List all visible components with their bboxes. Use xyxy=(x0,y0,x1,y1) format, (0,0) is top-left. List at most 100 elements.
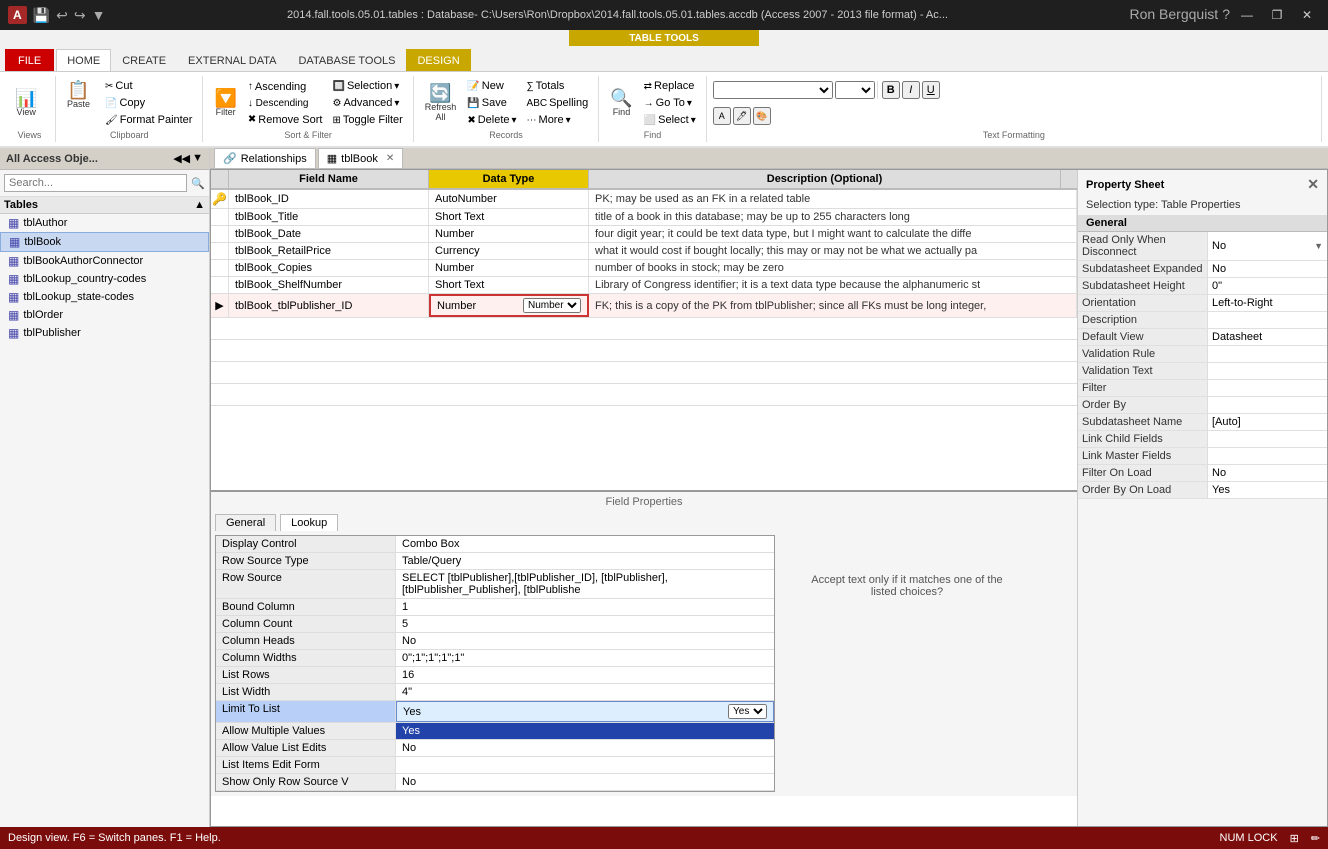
font-family-select[interactable] xyxy=(713,81,833,99)
redo-icon[interactable]: ↪ xyxy=(74,7,86,24)
table-icon: ▦ xyxy=(8,216,19,230)
paste-button[interactable]: 📋 Paste xyxy=(62,78,95,112)
remove-sort-button[interactable]: ✖ Remove Sort xyxy=(244,112,327,128)
italic-button[interactable]: I xyxy=(902,81,920,99)
nav-search-icon[interactable]: ◀◀ xyxy=(173,152,190,165)
tab-relationships[interactable]: 🔗 Relationships xyxy=(214,148,316,168)
tab-lookup[interactable]: Lookup xyxy=(280,514,338,531)
nav-item-tblBookAuthorConnector[interactable]: ▦ tblBookAuthorConnector xyxy=(0,252,209,270)
nav-item-tblBook[interactable]: ▦ tblBook xyxy=(0,232,209,252)
layout-view-icon[interactable]: ⊞ xyxy=(1290,832,1299,845)
ps-dropdown-icon[interactable]: ▼ xyxy=(1314,241,1323,251)
toggle-filter-button[interactable]: ⊞ Toggle Filter xyxy=(328,112,406,128)
tab-external-data[interactable]: EXTERNAL DATA xyxy=(177,49,287,71)
minimize-button[interactable]: — xyxy=(1234,6,1260,24)
tab-tblBook-label: tblBook xyxy=(341,153,378,165)
table-row[interactable]: tblBook_Title Short Text title of a book… xyxy=(211,209,1077,226)
tab-file[interactable]: FILE xyxy=(5,49,54,71)
bold-button[interactable]: B xyxy=(882,81,900,99)
view-button[interactable]: 📊 View xyxy=(10,86,42,120)
table-row[interactable]: tblBook_RetailPrice Currency what it wou… xyxy=(211,243,1077,260)
save-icon[interactable]: 💾 xyxy=(33,7,50,24)
ps-row: Subdatasheet Expanded No xyxy=(1078,261,1327,278)
field-property-hint: Accept text only if it matches one of th… xyxy=(807,574,1007,792)
tab-design[interactable]: DESIGN xyxy=(406,49,470,71)
ps-row: Read Only When Disconnect No ▼ xyxy=(1078,232,1327,261)
descending-button[interactable]: ↓ Descending xyxy=(244,96,327,111)
table-row-selected[interactable]: ▶ tblBook_tblPublisher_ID Number Number … xyxy=(211,294,1077,318)
font-size-select[interactable] xyxy=(835,81,875,99)
restore-button[interactable]: ❐ xyxy=(1264,6,1290,24)
help-icon[interactable]: ? xyxy=(1222,6,1230,24)
goto-button[interactable]: → Go To ▾ xyxy=(640,95,700,111)
num-lock-indicator: NUM LOCK xyxy=(1220,832,1278,844)
ribbon-tab-strip: FILE HOME CREATE EXTERNAL DATA DATABASE … xyxy=(0,46,1328,72)
font-color-button[interactable]: A xyxy=(713,107,731,125)
nav-item-tblLookup-state[interactable]: ▦ tblLookup_state-codes xyxy=(0,288,209,306)
save-record-button[interactable]: 💾 Save xyxy=(463,95,520,111)
find-button[interactable]: 🔍 Find xyxy=(605,86,637,120)
nav-item-tblAuthor[interactable]: ▦ tblAuthor xyxy=(0,214,209,232)
property-sheet-close-button[interactable]: ✕ xyxy=(1307,176,1319,193)
ribbon-group-records: 🔄 RefreshAll 📝 New 💾 Save ✖ Delete ▾ ∑ T… xyxy=(416,76,599,142)
design-view-icon[interactable]: ✏ xyxy=(1311,832,1320,845)
nav-item-label: tblBookAuthorConnector xyxy=(23,255,143,267)
more-button[interactable]: ⋯ More ▾ xyxy=(523,112,593,128)
tab-home[interactable]: HOME xyxy=(56,49,111,71)
cut-button[interactable]: ✂ Cut xyxy=(101,78,196,94)
tab-create[interactable]: CREATE xyxy=(111,49,177,71)
table-grid-body[interactable]: 🔑 tblBook_ID AutoNumber PK; may be used … xyxy=(211,190,1077,490)
advanced-button[interactable]: ⚙ Advanced ▾ xyxy=(328,95,406,111)
replace-button[interactable]: ⇄ Replace xyxy=(640,78,700,94)
customize-icon[interactable]: ▼ xyxy=(92,7,106,23)
prop-row: List Width 4" xyxy=(216,684,774,701)
relationships-icon: 🔗 xyxy=(223,152,237,165)
table-row[interactable]: 🔑 tblBook_ID AutoNumber PK; may be used … xyxy=(211,190,1077,209)
row-selector-icon: ▶ xyxy=(215,299,223,312)
nav-section-collapse-icon[interactable]: ▲ xyxy=(194,199,205,211)
table-icon: ▦ xyxy=(9,235,20,249)
table-row[interactable]: tblBook_Date Number four digit year; it … xyxy=(211,226,1077,243)
tab-database-tools[interactable]: DATABASE TOOLS xyxy=(287,49,406,71)
ascending-button[interactable]: ↑ Ascending xyxy=(244,79,327,95)
datatype-dropdown[interactable]: Number xyxy=(523,298,581,313)
nav-search-input[interactable] xyxy=(4,174,187,192)
table-icon: ▦ xyxy=(8,326,19,340)
format-painter-button[interactable]: 🖌 Format Painter xyxy=(101,112,196,128)
tab-close-icon[interactable]: ✕ xyxy=(386,153,394,164)
delete-record-button[interactable]: ✖ Delete ▾ xyxy=(463,112,520,128)
select-button[interactable]: ⬜ Select ▾ xyxy=(640,112,700,128)
nav-item-tblPublisher[interactable]: ▦ tblPublisher xyxy=(0,324,209,342)
close-button[interactable]: ✕ xyxy=(1294,6,1320,24)
highlight-button[interactable]: 🖊 xyxy=(733,107,751,125)
table-row[interactable]: tblBook_ShelfNumber Short Text Library o… xyxy=(211,277,1077,294)
bg-color-button[interactable]: 🎨 xyxy=(753,107,771,125)
prop-row: Bound Column 1 xyxy=(216,599,774,616)
totals-button[interactable]: ∑ Totals xyxy=(523,78,593,94)
ps-row: Validation Text xyxy=(1078,363,1327,380)
table-header-row: Field Name Data Type Description (Option… xyxy=(211,170,1077,190)
property-sheet-tab[interactable]: General xyxy=(1078,215,1327,232)
spelling-button[interactable]: ABC Spelling xyxy=(523,95,593,111)
table-row-empty xyxy=(211,362,1077,384)
table-row[interactable]: tblBook_Copies Number number of books in… xyxy=(211,260,1077,277)
copy-button[interactable]: 📄 Copy xyxy=(101,95,196,111)
selection-button[interactable]: 🔲 Selection ▾ xyxy=(328,78,406,94)
document-tab-strip: 🔗 Relationships ▦ tblBook ✕ xyxy=(210,148,1328,169)
undo-icon[interactable]: ↩ xyxy=(56,7,68,24)
prop-row: Row Source SELECT [tblPublisher],[tblPub… xyxy=(216,570,774,599)
nav-menu-icon[interactable]: ▼ xyxy=(192,152,203,165)
header-datatype: Data Type xyxy=(429,170,589,188)
refresh-button[interactable]: 🔄 RefreshAll xyxy=(420,81,462,125)
limit-to-list-dropdown[interactable]: YesNo xyxy=(728,704,767,719)
new-record-button[interactable]: 📝 New xyxy=(463,78,520,94)
tab-tblBook[interactable]: ▦ tblBook ✕ xyxy=(318,148,404,168)
nav-item-tblOrder[interactable]: ▦ tblOrder xyxy=(0,306,209,324)
window-title: 2014.fall.tools.05.01.tables : Database-… xyxy=(105,9,1129,21)
tab-general[interactable]: General xyxy=(215,514,276,531)
underline-button[interactable]: U xyxy=(922,81,940,99)
ps-row: Subdatasheet Height 0" xyxy=(1078,278,1327,295)
table-icon: ▦ xyxy=(8,254,19,268)
nav-item-tblLookup-country[interactable]: ▦ tblLookup_country-codes xyxy=(0,270,209,288)
filter-button[interactable]: 🔽 Filter xyxy=(209,86,241,120)
